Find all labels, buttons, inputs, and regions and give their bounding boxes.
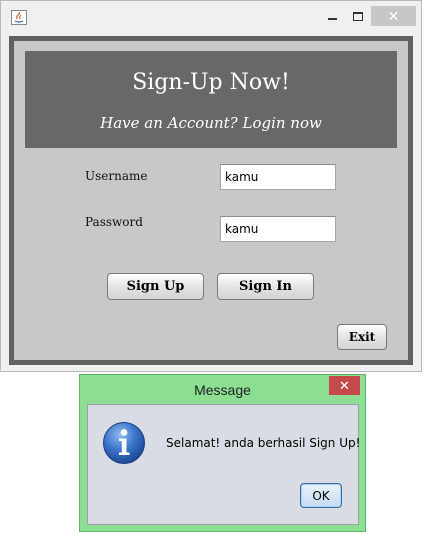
info-icon (103, 422, 145, 464)
password-label: Password (85, 215, 143, 229)
username-label: Username (85, 169, 148, 183)
password-field[interactable]: kamu (220, 216, 336, 242)
sign-in-button[interactable]: Sign In (217, 273, 314, 300)
minimize-icon (327, 18, 337, 20)
dialog-close-button[interactable]: ✕ (329, 376, 360, 395)
main-window: ✕ Sign-Up Now! Have an Account? Login no… (0, 0, 422, 372)
maximize-button[interactable] (345, 6, 371, 26)
dialog-message: Selamat! anda berhasil Sign Up! (166, 436, 361, 450)
sign-up-button[interactable]: Sign Up (107, 273, 204, 300)
minimize-button[interactable] (319, 6, 345, 26)
ok-button[interactable]: OK (300, 483, 342, 508)
close-icon: ✕ (339, 377, 350, 393)
login-link[interactable]: Have an Account? Login now (25, 114, 397, 132)
banner-title: Sign-Up Now! (132, 70, 290, 95)
title-bar[interactable]: ✕ (1, 1, 421, 30)
close-icon: ✕ (387, 7, 400, 24)
header-banner: Sign-Up Now! Have an Account? Login now (25, 51, 397, 148)
username-field[interactable]: kamu (220, 164, 336, 190)
signup-panel: Sign-Up Now! Have an Account? Login now … (9, 36, 413, 365)
dialog-body: Selamat! anda berhasil Sign Up! OK (87, 404, 361, 525)
dialog-title: Message (194, 382, 251, 398)
close-button[interactable]: ✕ (371, 6, 416, 26)
message-dialog: Message ✕ Selamat! anda berhasil Sign Up… (79, 374, 366, 532)
java-app-icon[interactable] (11, 10, 27, 25)
maximize-icon (353, 11, 363, 21)
exit-button[interactable]: Exit (337, 324, 387, 350)
